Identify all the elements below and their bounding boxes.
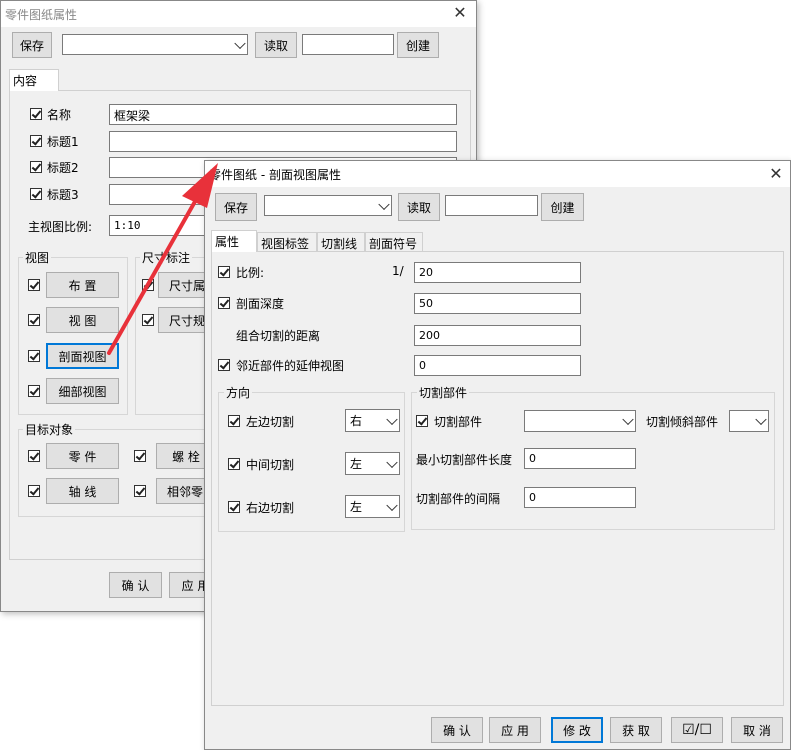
back-ok-button[interactable]: 确 认 bbox=[109, 572, 162, 598]
title3-label: 标题3 bbox=[47, 188, 79, 202]
cut-part-combo[interactable] bbox=[524, 410, 636, 432]
detail-view-checkbox[interactable] bbox=[28, 385, 40, 397]
back-preset-combo[interactable] bbox=[62, 34, 248, 55]
front-create-button[interactable]: 创建 bbox=[541, 193, 584, 221]
dim-rule-checkbox[interactable] bbox=[142, 314, 154, 326]
front-apply-button[interactable]: 应 用 bbox=[489, 717, 541, 743]
scale-prefix: 1/ bbox=[392, 264, 404, 278]
back-create-button[interactable]: 创建 bbox=[397, 32, 439, 58]
back-create-name-input[interactable] bbox=[302, 34, 394, 55]
right-cut-combo[interactable]: 左 bbox=[345, 495, 400, 518]
main-scale-label: 主视图比例: bbox=[28, 220, 93, 234]
view-group-label: 视图 bbox=[23, 249, 52, 266]
scale-input[interactable]: 20 bbox=[414, 262, 581, 283]
title1-label: 标题1 bbox=[47, 135, 79, 149]
front-save-button[interactable]: 保存 bbox=[215, 193, 257, 221]
section-depth-label: 剖面深度 bbox=[236, 297, 285, 311]
part-checkbox[interactable] bbox=[28, 450, 40, 462]
name-input[interactable]: 框架梁 bbox=[109, 104, 457, 125]
front-read-button[interactable]: 读取 bbox=[398, 193, 440, 221]
front-dialog-title: 零件图纸 - 剖面视图属性 bbox=[209, 168, 341, 182]
name-label: 名称 bbox=[47, 108, 72, 122]
front-toggle-select-button[interactable]: ☑/☐ bbox=[671, 717, 723, 743]
section-view-checkbox[interactable] bbox=[28, 350, 40, 362]
properties-panel: 比例: 1/ 20 剖面深度 50 组合切割的距离 200 邻近部件的延伸视图 … bbox=[211, 251, 784, 706]
axis-button[interactable]: 轴 线 bbox=[46, 478, 119, 504]
section-depth-input[interactable]: 50 bbox=[414, 293, 581, 314]
min-cut-length-label: 最小切割部件长度 bbox=[416, 453, 513, 467]
chevron-down-icon bbox=[378, 198, 390, 210]
front-preset-combo[interactable] bbox=[264, 195, 392, 216]
section-view-button[interactable]: 剖面视图 bbox=[46, 343, 119, 369]
chevron-down-icon bbox=[622, 413, 634, 426]
dimension-group-label: 尺寸标注 bbox=[140, 249, 193, 266]
min-cut-length-input[interactable]: 0 bbox=[524, 448, 636, 469]
target-object-group-label: 目标对象 bbox=[23, 421, 76, 438]
mid-cut-combo[interactable]: 左 bbox=[345, 452, 400, 475]
direction-group-label: 方向 bbox=[224, 384, 253, 401]
chevron-down-icon bbox=[234, 37, 246, 49]
front-create-name-input[interactable] bbox=[445, 195, 538, 216]
extend-view-label: 邻近部件的延伸视图 bbox=[236, 359, 345, 373]
section-view-properties-dialog: 零件图纸 - 剖面视图属性 ✕ 保存 读取 创建 属性 视图标签 切割线 剖面符… bbox=[204, 160, 791, 750]
front-ok-button[interactable]: 确 认 bbox=[431, 717, 483, 743]
left-cut-combo[interactable]: 右 bbox=[345, 409, 400, 432]
name-checkbox[interactable] bbox=[30, 108, 42, 120]
combine-distance-label: 组合切割的距离 bbox=[236, 329, 321, 343]
chevron-down-icon bbox=[386, 413, 398, 425]
section-depth-checkbox[interactable] bbox=[218, 297, 230, 309]
bolt-checkbox[interactable] bbox=[134, 450, 146, 462]
extend-view-checkbox[interactable] bbox=[218, 359, 230, 371]
front-titlebar: 零件图纸 - 剖面视图属性 ✕ bbox=[205, 161, 790, 187]
detail-view-button[interactable]: 细部视图 bbox=[46, 378, 119, 404]
scale-checkbox[interactable] bbox=[218, 266, 230, 278]
layout-checkbox[interactable] bbox=[28, 279, 40, 291]
cut-part-gap-label: 切割部件的间隔 bbox=[416, 492, 501, 506]
chevron-down-icon bbox=[386, 456, 398, 468]
chevron-down-icon bbox=[755, 413, 767, 426]
scale-label: 比例: bbox=[236, 266, 265, 280]
view-button[interactable]: 视 图 bbox=[46, 307, 119, 333]
back-tab-content[interactable]: 内容 bbox=[9, 69, 59, 91]
cut-part-label: 切割部件 bbox=[434, 415, 483, 429]
cut-tilt-part-combo[interactable] bbox=[729, 410, 769, 432]
extend-view-input[interactable]: 0 bbox=[414, 355, 581, 376]
cut-part-checkbox[interactable] bbox=[416, 415, 428, 427]
mid-cut-checkbox[interactable] bbox=[228, 458, 240, 470]
title3-checkbox[interactable] bbox=[30, 188, 42, 200]
tab-properties[interactable]: 属性 bbox=[211, 230, 257, 252]
front-cancel-button[interactable]: 取 消 bbox=[731, 717, 783, 743]
back-save-button[interactable]: 保存 bbox=[12, 32, 52, 58]
left-cut-label: 左边切割 bbox=[246, 415, 295, 429]
title1-checkbox[interactable] bbox=[30, 135, 42, 147]
right-cut-label: 右边切割 bbox=[246, 501, 295, 515]
chevron-down-icon bbox=[386, 499, 398, 511]
title1-input[interactable] bbox=[109, 131, 457, 152]
part-button[interactable]: 零 件 bbox=[46, 443, 119, 469]
title2-label: 标题2 bbox=[47, 161, 79, 175]
back-titlebar: 零件图纸属性 ✕ bbox=[1, 1, 476, 27]
cut-part-group-label: 切割部件 bbox=[417, 384, 470, 401]
back-close-icon[interactable]: ✕ bbox=[450, 3, 470, 23]
back-dialog-title: 零件图纸属性 bbox=[5, 8, 78, 22]
adjacent-part-checkbox[interactable] bbox=[134, 485, 146, 497]
mid-cut-label: 中间切割 bbox=[246, 458, 295, 472]
left-cut-checkbox[interactable] bbox=[228, 415, 240, 427]
front-close-icon[interactable]: ✕ bbox=[766, 164, 786, 184]
main-scale-input[interactable]: 1:10 bbox=[109, 215, 219, 236]
cut-tilt-part-label: 切割倾斜部件 bbox=[646, 415, 719, 429]
dim-attr-checkbox[interactable] bbox=[142, 279, 154, 291]
right-cut-checkbox[interactable] bbox=[228, 501, 240, 513]
front-get-button[interactable]: 获 取 bbox=[610, 717, 662, 743]
layout-button[interactable]: 布 置 bbox=[46, 272, 119, 298]
back-read-button[interactable]: 读取 bbox=[255, 32, 297, 58]
combine-distance-input[interactable]: 200 bbox=[414, 325, 581, 346]
front-modify-button[interactable]: 修 改 bbox=[551, 717, 603, 743]
view-checkbox[interactable] bbox=[28, 314, 40, 326]
title2-checkbox[interactable] bbox=[30, 161, 42, 173]
cut-part-gap-input[interactable]: 0 bbox=[524, 487, 636, 508]
axis-checkbox[interactable] bbox=[28, 485, 40, 497]
